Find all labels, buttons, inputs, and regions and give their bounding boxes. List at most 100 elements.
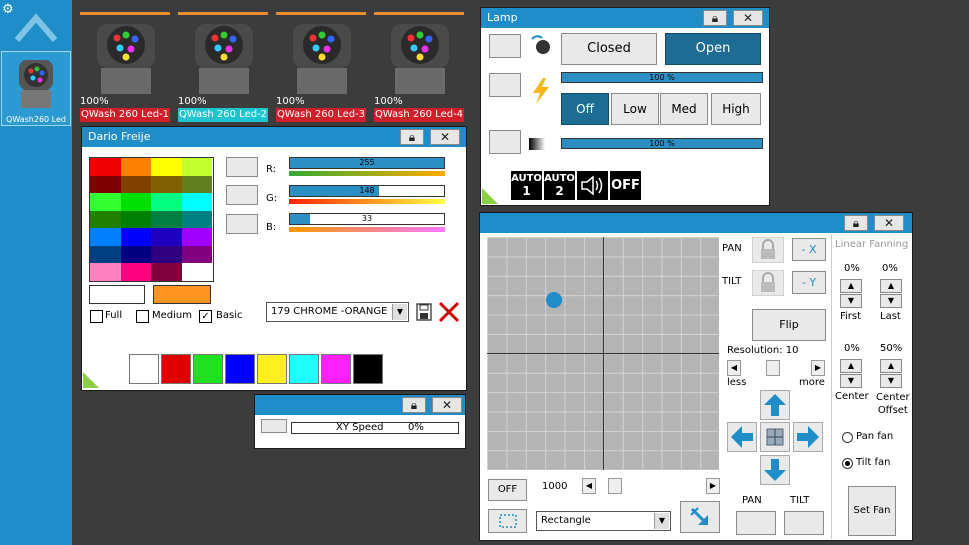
open-button[interactable]: Open (665, 33, 761, 65)
xy-position-dot[interactable] (546, 291, 563, 308)
fixture-tile[interactable]: 100% QWash 260 Led-2 (178, 12, 268, 122)
palette-color[interactable] (90, 228, 121, 246)
set-fan-button[interactable]: Set Fan (848, 486, 896, 536)
palette-color[interactable] (151, 263, 182, 281)
first-down-button[interactable]: ▼ (840, 294, 862, 308)
move-right-button[interactable] (793, 422, 823, 452)
close-icon[interactable]: ✕ (432, 397, 462, 413)
invert-y-button[interactable]: - Y (792, 271, 826, 294)
auto1-icon[interactable]: AUTO 1 (511, 171, 542, 200)
green-slider[interactable]: 148 (289, 185, 445, 197)
power-low-button[interactable]: Low (611, 93, 659, 125)
tilt-lock-icon[interactable] (752, 270, 784, 296)
palette-color[interactable] (181, 263, 212, 281)
power-off-button[interactable]: Off (561, 93, 609, 125)
power-med-button[interactable]: Med (660, 93, 708, 125)
closed-button[interactable]: Closed (561, 33, 657, 65)
color-swatch[interactable] (289, 354, 319, 384)
pan-value-button[interactable] (736, 511, 776, 535)
power-high-button[interactable]: High (711, 93, 761, 125)
palette-color[interactable] (90, 263, 121, 281)
red-toggle-button[interactable] (226, 157, 258, 177)
gel-select[interactable]: 179 CHROME -ORANGE ▼ (266, 302, 409, 322)
lamp-intensity-bar[interactable]: 100 % (561, 72, 763, 83)
offset-down-button[interactable]: ▼ (880, 374, 902, 388)
dimmer-bar[interactable]: 100 % (561, 138, 763, 149)
invert-x-button[interactable]: - X (792, 238, 826, 261)
palette-color[interactable] (90, 245, 121, 263)
chevron-left-icon[interactable]: ◀ (582, 478, 596, 494)
lock-icon[interactable]: 🔒︎ (703, 10, 727, 26)
lock-icon[interactable]: 🔒︎ (400, 129, 424, 145)
palette-color[interactable] (90, 210, 121, 228)
close-icon[interactable]: ✕ (733, 10, 763, 26)
palette-color[interactable] (181, 210, 212, 228)
color-swatch[interactable] (129, 354, 159, 384)
chevron-left-icon[interactable]: ◀ (727, 360, 741, 376)
resolution-thumb[interactable] (766, 360, 780, 376)
close-icon[interactable]: ✕ (874, 215, 904, 231)
up-arrow-icon[interactable] (13, 10, 59, 44)
add-corner-icon[interactable] (83, 372, 99, 388)
save-icon[interactable] (416, 303, 432, 321)
sidebar-item-qwash260[interactable]: QWash260 Led (1, 51, 71, 126)
tilt-value-button[interactable] (784, 511, 824, 535)
offset-up-button[interactable]: ▲ (880, 359, 902, 373)
palette-color[interactable] (90, 158, 121, 176)
color-swatch[interactable] (161, 354, 191, 384)
palette-color[interactable] (151, 175, 182, 193)
palette-color[interactable] (120, 175, 151, 193)
auto2-icon[interactable]: AUTO 2 (544, 171, 575, 200)
off-button[interactable]: OFF (488, 479, 527, 501)
palette-color[interactable] (120, 263, 151, 281)
chevron-right-icon[interactable]: ▶ (811, 360, 825, 376)
green-toggle-button[interactable] (226, 185, 258, 205)
center-down-button[interactable]: ▼ (840, 374, 862, 388)
center-up-button[interactable]: ▲ (840, 359, 862, 373)
pan-lock-icon[interactable] (752, 237, 784, 263)
palette-color[interactable] (90, 193, 121, 211)
color-swatch[interactable] (321, 354, 351, 384)
fixture-tile[interactable]: 100% QWash 260 Led-3 (276, 12, 366, 122)
select-area-button[interactable] (488, 509, 527, 533)
close-icon[interactable]: ✕ (430, 129, 460, 145)
shutter-toggle-button[interactable] (489, 34, 521, 58)
last-down-button[interactable]: ▼ (880, 294, 902, 308)
palette-color[interactable] (181, 158, 212, 176)
resolution-slider[interactable]: ◀ ▶ (727, 360, 825, 376)
palette-color[interactable] (120, 158, 151, 176)
speed-slider[interactable]: ◀ ▶ (582, 478, 720, 494)
dimmer-toggle-button[interactable] (489, 130, 521, 154)
palette-color[interactable] (151, 158, 182, 176)
chevron-right-icon[interactable]: ▶ (706, 478, 720, 494)
color-swatch[interactable] (193, 354, 223, 384)
move-up-button[interactable] (760, 390, 790, 420)
speed-toggle-button[interactable] (261, 419, 287, 433)
palette-color[interactable] (151, 228, 182, 246)
medium-checkbox[interactable] (136, 310, 149, 323)
shape-select[interactable]: Rectangle ▼ (536, 511, 671, 531)
fixture-tile[interactable]: 100% QWash 260 Led-1 (80, 12, 170, 122)
blue-toggle-button[interactable] (226, 214, 258, 234)
palette-color[interactable] (120, 228, 151, 246)
gear-icon[interactable]: ⚙ (2, 2, 14, 17)
move-down-button[interactable] (760, 455, 790, 485)
palette-color[interactable] (181, 175, 212, 193)
move-left-button[interactable] (727, 422, 757, 452)
blue-slider[interactable]: 33 (289, 213, 445, 225)
add-corner-icon[interactable] (482, 188, 498, 204)
color-swatch[interactable] (257, 354, 287, 384)
basic-checkbox[interactable]: ✓ (199, 310, 212, 323)
speed-thumb[interactable] (608, 478, 622, 494)
last-up-button[interactable]: ▲ (880, 279, 902, 293)
lock-icon[interactable]: 🔒︎ (844, 215, 868, 231)
power-toggle-button[interactable] (489, 73, 521, 97)
palette-color[interactable] (120, 245, 151, 263)
palette-color[interactable] (151, 210, 182, 228)
tilt-fan-radio[interactable] (842, 458, 853, 469)
palette-color[interactable] (181, 228, 212, 246)
first-up-button[interactable]: ▲ (840, 279, 862, 293)
xy-speed-field[interactable]: XY Speed 0% (291, 422, 459, 434)
xy-pad[interactable] (487, 237, 719, 470)
palette-color[interactable] (90, 175, 121, 193)
